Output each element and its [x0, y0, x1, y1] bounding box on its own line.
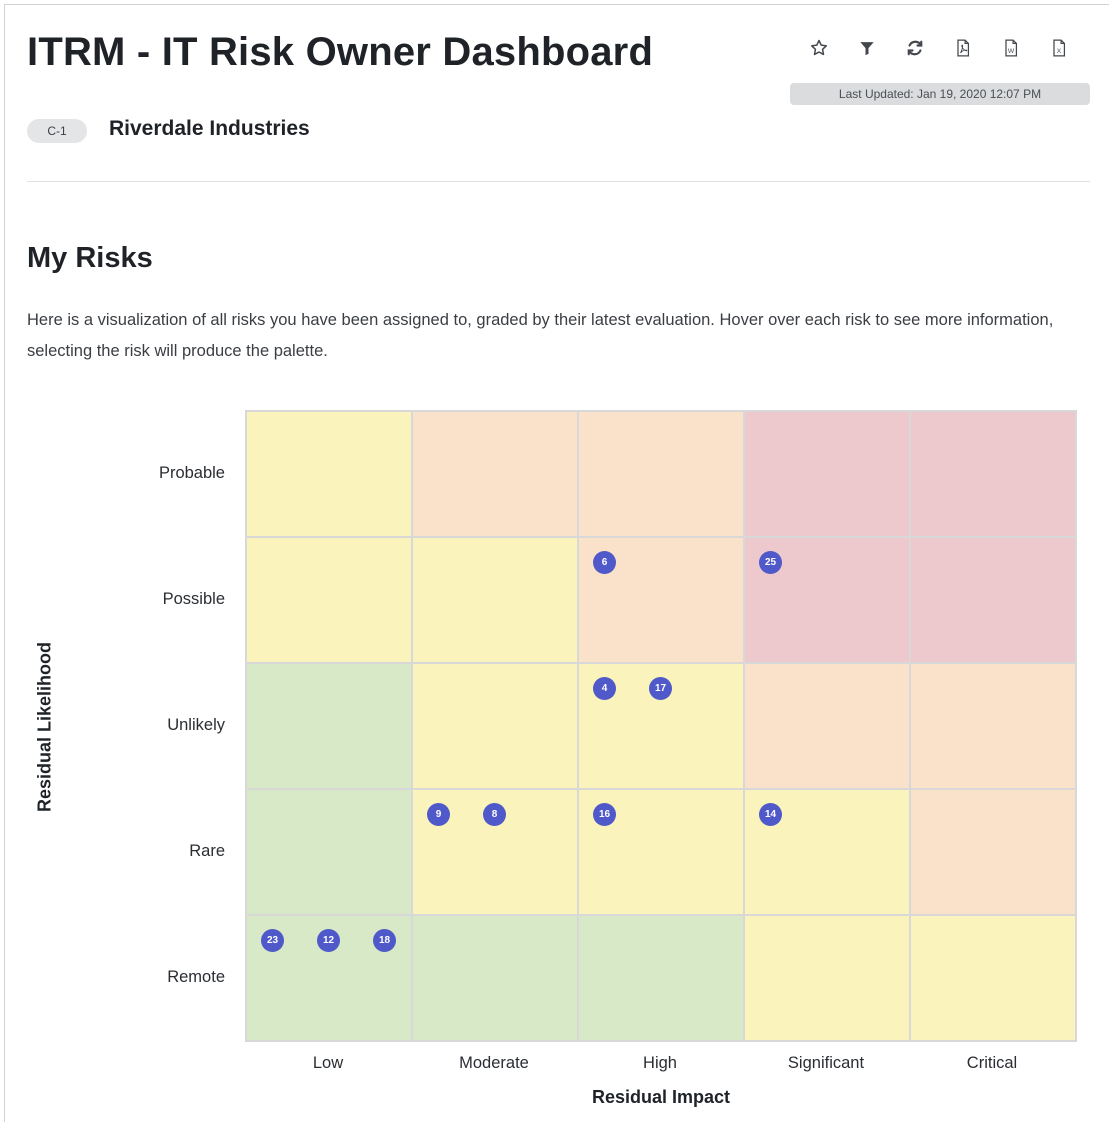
svg-text:X: X — [1057, 48, 1062, 55]
svg-text:W: W — [1008, 48, 1015, 55]
risk-marker[interactable]: 6 — [593, 551, 616, 574]
impact-label-high: High — [643, 1054, 677, 1072]
heatmap-cell-remote-significant[interactable] — [745, 916, 909, 1040]
word-export-icon[interactable]: W — [999, 36, 1023, 60]
refresh-icon[interactable] — [903, 36, 927, 60]
heatmap-cell-probable-critical[interactable] — [911, 412, 1075, 536]
section-description: Here is a visualization of all risks you… — [27, 311, 1054, 360]
last-updated-badge: Last Updated: Jan 19, 2020 12:07 PM — [790, 83, 1090, 105]
heatmap-cell-rare-significant[interactable]: 14 — [745, 790, 909, 914]
likelihood-label-remote: Remote — [167, 968, 225, 986]
risk-marker[interactable]: 25 — [759, 551, 782, 574]
risk-marker[interactable]: 4 — [593, 677, 616, 700]
heatmap-cell-probable-low[interactable] — [247, 412, 411, 536]
risk-marker[interactable]: 8 — [483, 803, 506, 826]
heatmap-cell-possible-moderate[interactable] — [413, 538, 577, 662]
heatmap-cell-unlikely-low[interactable] — [247, 664, 411, 788]
page-title: ITRM - IT Risk Owner Dashboard — [27, 30, 654, 74]
risk-marker[interactable]: 23 — [261, 929, 284, 952]
impact-label-critical: Critical — [966, 1054, 1018, 1072]
heatmap-cell-rare-low[interactable] — [247, 790, 411, 914]
impact-label-low: Low — [312, 1054, 344, 1072]
risk-marker[interactable]: 12 — [317, 929, 340, 952]
likelihood-label-rare: Rare — [189, 842, 225, 860]
section-title: My Risks — [27, 242, 153, 274]
heatmap-cell-possible-low[interactable] — [247, 538, 411, 662]
heatmap-cell-possible-critical[interactable] — [911, 538, 1075, 662]
heatmap-cell-rare-high[interactable]: 16 — [579, 790, 743, 914]
x-axis-title: Residual Impact — [591, 1087, 731, 1107]
heatmap-cell-unlikely-significant[interactable] — [745, 664, 909, 788]
y-axis-title: Residual Likelihood — [34, 641, 55, 813]
header-divider — [27, 181, 1090, 182]
risk-marker[interactable]: 16 — [593, 803, 616, 826]
excel-export-icon[interactable]: X — [1047, 36, 1071, 60]
heatmap-cell-unlikely-moderate[interactable] — [413, 664, 577, 788]
likelihood-label-probable: Probable — [158, 464, 225, 482]
heatmap-cell-remote-critical[interactable] — [911, 916, 1075, 1040]
filter-icon[interactable] — [855, 36, 879, 60]
star-icon[interactable] — [807, 36, 831, 60]
heatmap-cell-rare-critical[interactable] — [911, 790, 1075, 914]
heatmap-cell-remote-moderate[interactable] — [413, 916, 577, 1040]
heatmap-cell-possible-significant[interactable]: 25 — [745, 538, 909, 662]
heatmap-cell-unlikely-critical[interactable] — [911, 664, 1075, 788]
heatmap-cell-rare-moderate[interactable]: 98 — [413, 790, 577, 914]
risk-marker[interactable]: 18 — [373, 929, 396, 952]
impact-label-moderate: Moderate — [459, 1054, 529, 1072]
heatmap-cell-possible-high[interactable]: 6 — [579, 538, 743, 662]
org-code-badge: C-1 — [27, 119, 87, 143]
org-name: Riverdale Industries — [109, 117, 310, 140]
pdf-export-icon[interactable] — [951, 36, 975, 60]
risk-marker[interactable]: 14 — [759, 803, 782, 826]
heatmap-cell-probable-high[interactable] — [579, 412, 743, 536]
likelihood-label-unlikely: Unlikely — [167, 716, 225, 734]
heatmap-cell-probable-significant[interactable] — [745, 412, 909, 536]
toolbar: W X — [807, 36, 1071, 60]
risk-marker[interactable]: 17 — [649, 677, 672, 700]
risk-marker[interactable]: 9 — [427, 803, 450, 826]
risk-heatmap: 6 25 4 17 9 8 16 14 23 12 18 — [245, 410, 1077, 1042]
likelihood-label-possible: Possible — [162, 590, 225, 608]
heatmap-cell-unlikely-high[interactable]: 4 17 — [579, 664, 743, 788]
impact-label-significant: Significant — [787, 1054, 865, 1072]
heatmap-cell-probable-moderate[interactable] — [413, 412, 577, 536]
heatmap-cell-remote-high[interactable] — [579, 916, 743, 1040]
heatmap-cell-remote-low[interactable]: 23 12 18 — [247, 916, 411, 1040]
